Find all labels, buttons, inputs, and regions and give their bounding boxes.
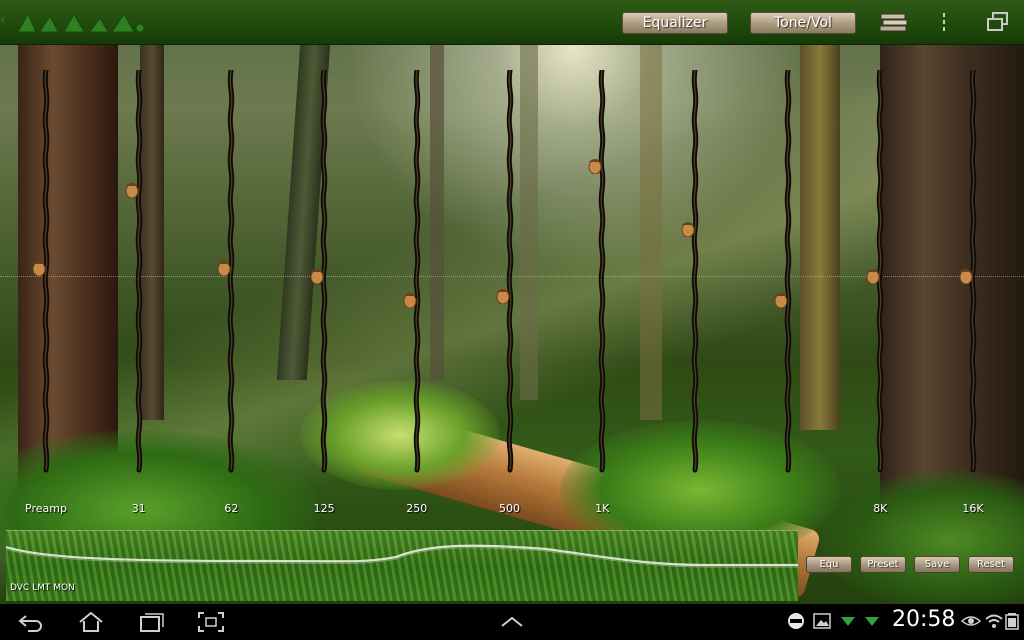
home-icon[interactable]: [76, 610, 106, 634]
battery-icon: [1005, 613, 1019, 630]
slider-track[interactable]: [773, 70, 803, 480]
dvc-lmt-mon-label: DVC LMT MON: [10, 583, 75, 593]
eye-icon: [960, 616, 982, 626]
back-icon[interactable]: [16, 610, 46, 634]
slider-track[interactable]: [680, 70, 710, 480]
download-icon-secondary: [865, 617, 879, 626]
preset-button[interactable]: Preset: [860, 556, 906, 573]
eq-curve-display: DVC LMT MON: [6, 530, 798, 601]
save-button[interactable]: Save: [914, 556, 960, 573]
app-logo-icon: [17, 12, 145, 33]
eq-slider-preamp[interactable]: [31, 70, 61, 480]
slider-knob-acorn-icon[interactable]: [958, 266, 974, 284]
eq-slider-band[interactable]: [216, 70, 246, 480]
window-mode-icon[interactable]: [985, 10, 1011, 34]
slider-track[interactable]: [402, 70, 432, 480]
reset-button[interactable]: Reset: [968, 556, 1014, 573]
slider-knob-acorn-icon[interactable]: [402, 290, 418, 308]
tree-trunk: [640, 0, 662, 420]
eq-slider-band[interactable]: [495, 70, 525, 480]
slider-label: 1K: [595, 502, 610, 515]
eq-slider-band[interactable]: [958, 70, 988, 480]
slider-knob-acorn-icon[interactable]: [31, 258, 47, 277]
eq-slider-band[interactable]: [680, 70, 710, 480]
slider-knob-acorn-icon[interactable]: [587, 156, 603, 175]
slider-label: Preamp: [25, 502, 67, 515]
slider-label: 16K: [962, 502, 984, 515]
eq-slider-band[interactable]: [773, 70, 803, 480]
slider-knob-acorn-icon[interactable]: [495, 286, 511, 304]
slider-knob-acorn-icon[interactable]: [124, 180, 140, 198]
slider-track[interactable]: [495, 70, 525, 480]
download-icon: [841, 617, 855, 626]
equalizer-tab-button[interactable]: Equalizer: [622, 12, 728, 34]
slider-label: 500: [499, 502, 520, 515]
status-clock: 20:58: [892, 607, 956, 632]
tree-trunk-right: [880, 0, 1024, 520]
slider-knob-acorn-icon[interactable]: [773, 290, 789, 308]
chevron-up-icon[interactable]: [497, 610, 527, 634]
equ-button[interactable]: Equ: [806, 556, 852, 573]
overflow-menu-icon[interactable]: [938, 10, 950, 34]
eq-curve: [6, 544, 798, 568]
slider-knob-acorn-icon[interactable]: [865, 266, 881, 284]
books-icon[interactable]: [878, 10, 910, 34]
wifi-icon: [985, 614, 1003, 628]
eq-curve-line: [6, 544, 798, 567]
slider-label: 125: [313, 502, 335, 515]
screenshot-icon[interactable]: [196, 610, 226, 634]
eq-slider-band[interactable]: [309, 70, 339, 480]
eq-slider-band[interactable]: [865, 70, 895, 480]
slider-label: 31: [131, 502, 146, 515]
slider-knob-acorn-icon[interactable]: [680, 219, 696, 237]
image-icon: [813, 613, 831, 629]
eq-slider-band[interactable]: [124, 70, 154, 480]
eq-slider-band[interactable]: [587, 70, 617, 480]
back-chevron-icon[interactable]: ‹: [0, 12, 6, 28]
slider-knob-acorn-icon[interactable]: [216, 258, 232, 277]
slider-track[interactable]: [124, 70, 154, 480]
eq-slider-band[interactable]: [402, 70, 432, 480]
tree-trunk: [430, 0, 444, 380]
title-bar: ‹ Equalizer Tone/Vol: [0, 0, 1024, 45]
adp-badge-icon: [788, 613, 804, 629]
slider-label: 8K: [873, 502, 888, 515]
tree-trunk: [800, 0, 840, 430]
fern-cluster: [820, 470, 1024, 604]
recent-apps-icon[interactable]: [136, 610, 166, 634]
slider-track[interactable]: [587, 70, 617, 480]
slider-label: 250: [406, 502, 428, 515]
slider-label: 62: [224, 502, 239, 515]
tone-vol-tab-button[interactable]: Tone/Vol: [750, 12, 856, 34]
slider-knob-acorn-icon[interactable]: [309, 266, 325, 284]
